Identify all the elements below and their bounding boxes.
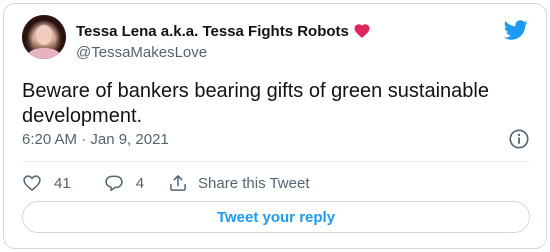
divider	[22, 161, 530, 162]
reply-button[interactable]: 4	[104, 173, 144, 193]
share-upload-icon	[170, 175, 186, 191]
twitter-bird-icon[interactable]	[504, 18, 528, 42]
reply-count: 4	[135, 174, 145, 192]
author-display-name[interactable]: Tessa Lena a.k.a. Tessa Fights Robots	[76, 23, 349, 40]
avatar[interactable]	[22, 15, 66, 59]
red-heart-icon	[354, 24, 370, 38]
share-button[interactable]: Share this Tweet	[168, 173, 309, 193]
like-button[interactable]: 41	[22, 173, 71, 193]
speech-bubble-icon	[105, 175, 123, 192]
heart-outline-icon	[23, 175, 41, 191]
author-handle[interactable]: @TessaMakesLove	[76, 44, 207, 61]
avatar-shirt	[28, 48, 60, 59]
tweet-timestamp[interactable]: 6:20 AM · Jan 9, 2021	[22, 131, 169, 148]
tweet-actions: 41 4 Share this Tweet	[22, 169, 309, 197]
info-icon[interactable]	[508, 128, 530, 150]
tweet-card: Tessa Lena a.k.a. Tessa Fights Robots @T…	[3, 3, 547, 249]
tweet-your-reply-button[interactable]: Tweet your reply	[22, 201, 530, 233]
author-name-row[interactable]: Tessa Lena a.k.a. Tessa Fights Robots	[76, 21, 371, 41]
avatar-face	[36, 25, 52, 45]
tweet-text: Beware of bankers bearing gifts of green…	[22, 80, 489, 127]
share-label: Share this Tweet	[198, 174, 310, 192]
like-count: 41	[54, 174, 71, 192]
